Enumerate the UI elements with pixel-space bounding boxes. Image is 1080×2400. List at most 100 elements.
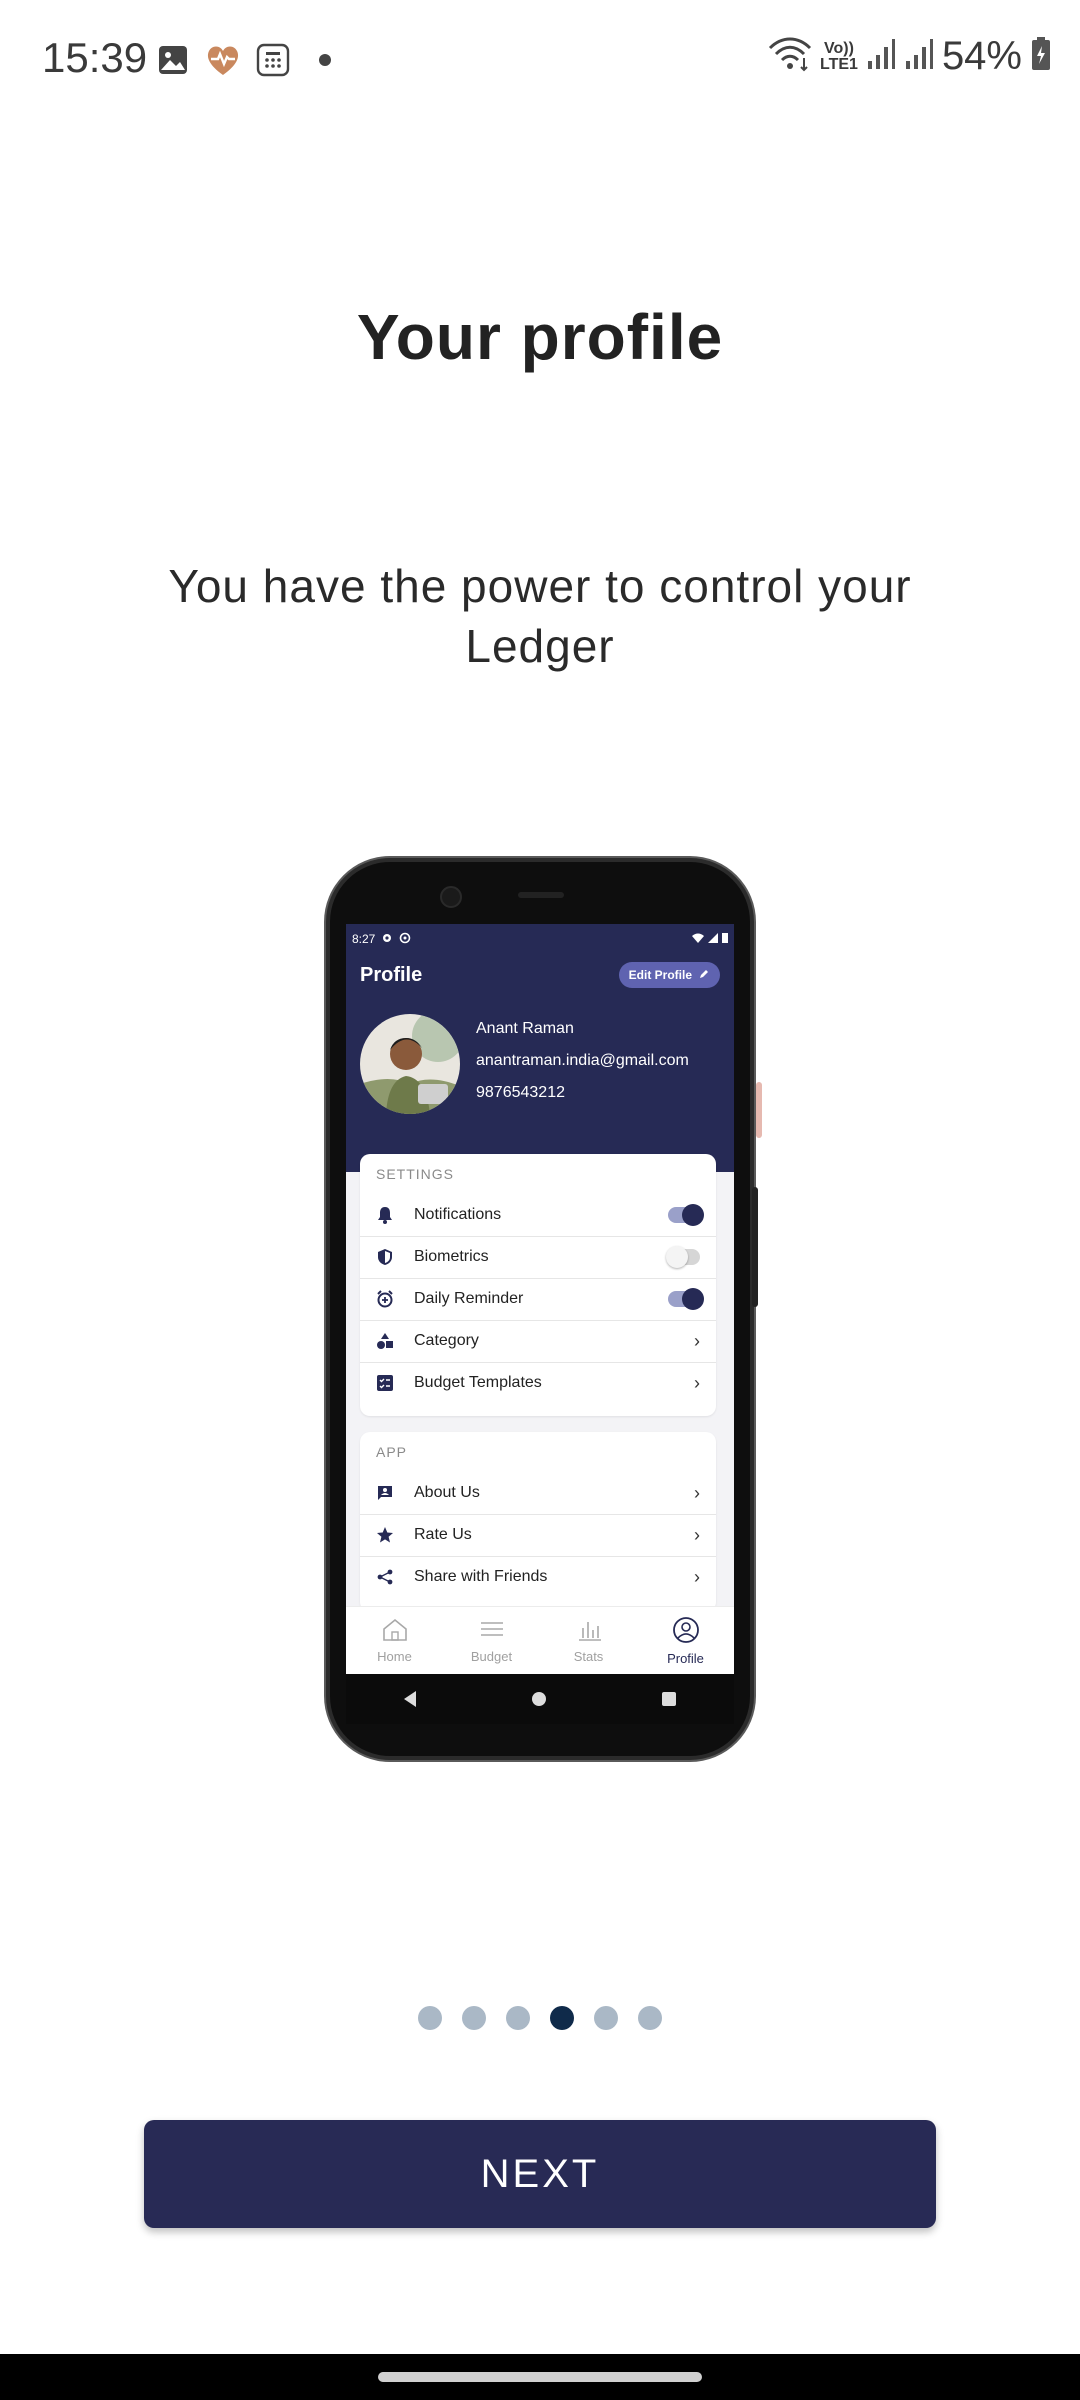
settings-heading: SETTINGS [376, 1166, 455, 1182]
mock-status-bar: 8:27 [352, 928, 728, 950]
mock-bottom-nav: Home Budget Stats Profile [346, 1606, 734, 1674]
mock-signal-icon [708, 932, 718, 946]
chevron-right-icon: › [694, 1566, 700, 1587]
chevron-right-icon: › [694, 1330, 700, 1351]
gesture-handle[interactable] [378, 2372, 702, 2382]
checklist-icon [374, 1372, 396, 1394]
mock-battery-icon [722, 932, 728, 946]
health-icon [205, 42, 241, 78]
phone-top-bezel [330, 862, 750, 922]
page-subtitle: You have the power to control your Ledge… [168, 560, 912, 672]
mock-system-nav [346, 1674, 734, 1724]
mock-screen: 8:27 Profile Edit Profile Anant Raman an… [346, 924, 734, 1674]
settings-row-notifications: Notifications [360, 1194, 716, 1237]
profile-title: Profile [360, 964, 423, 986]
more-notifications-dot [319, 54, 331, 66]
page-dot-1[interactable] [418, 2006, 442, 2030]
mock-status-time: 8:27 [352, 932, 376, 946]
settings-row-label: Daily Reminder [414, 1290, 524, 1307]
app-row-label: Rate Us [414, 1526, 472, 1543]
nav-label: Budget [470, 1649, 513, 1664]
chevron-right-icon: › [694, 1482, 700, 1503]
phone-mockup: 8:27 Profile Edit Profile Anant Raman an… [330, 862, 762, 1756]
edit-profile-label: Edit Profile [628, 968, 692, 982]
home-icon [381, 1618, 409, 1647]
signal-icon [866, 37, 896, 76]
system-icons: Vo)) LTE1 54% [768, 34, 1052, 79]
back-icon [404, 1691, 416, 1707]
page-dot-4-active[interactable] [550, 2006, 574, 2030]
sync-icon [399, 932, 411, 947]
settings-row-label: Category [414, 1332, 479, 1349]
profile-name: Anant Raman [476, 1020, 574, 1037]
star-icon [374, 1524, 396, 1546]
page-dot-2[interactable] [462, 2006, 486, 2030]
settings-row-daily-reminder: Daily Reminder [360, 1278, 716, 1321]
share-icon [374, 1566, 396, 1588]
volte-indicator: Vo)) LTE1 [820, 39, 858, 73]
pencil-icon [698, 968, 710, 983]
gear-icon [381, 932, 393, 947]
app-heading: APP [376, 1444, 408, 1460]
page-dot-5[interactable] [594, 2006, 618, 2030]
settings-row-label: Biometrics [414, 1248, 489, 1265]
avatar [360, 1014, 460, 1114]
list-icon [478, 1618, 506, 1647]
phone-power-button [752, 1187, 758, 1307]
nav-label: Profile [667, 1651, 704, 1666]
nav-label: Stats [573, 1649, 604, 1664]
status-bar: 15:39 Vo)) LTE1 54% [0, 0, 1080, 120]
battery-percent: 54% [941, 34, 1022, 78]
calculator-icon [255, 42, 291, 78]
page-title: Your profile [356, 301, 724, 373]
mock-wifi-icon [692, 932, 704, 946]
app-row-about-us: About Us › [360, 1472, 716, 1515]
settings-row-label: Budget Templates [414, 1374, 542, 1391]
page-dot-6[interactable] [638, 2006, 662, 2030]
app-row-label: About Us [414, 1484, 480, 1501]
edit-profile-button: Edit Profile [618, 962, 720, 988]
settings-row-label: Notifications [414, 1206, 502, 1223]
shield-icon [374, 1246, 396, 1268]
profile-icon [672, 1616, 700, 1649]
profile-email: anantraman.india@gmail.com [476, 1052, 689, 1069]
app-row-label: Share with Friends [414, 1568, 548, 1585]
app-card: APP About Us › Rate Us › Share with Frie… [360, 1432, 716, 1612]
page-dot-3[interactable] [506, 2006, 530, 2030]
settings-row-budget-templates: Budget Templates › [360, 1362, 716, 1404]
app-row-rate-us: Rate Us › [360, 1514, 716, 1557]
nav-item-profile: Profile [646, 1616, 726, 1666]
profile-header: 8:27 Profile Edit Profile Anant Raman an… [346, 924, 734, 1172]
nav-item-stats: Stats [549, 1618, 629, 1664]
nav-item-budget: Budget [452, 1618, 532, 1664]
camera-icon [440, 886, 462, 908]
daily-reminder-toggle [668, 1288, 704, 1310]
wifi-icon [768, 36, 812, 77]
nav-label: Home [377, 1649, 412, 1664]
chevron-right-icon: › [694, 1524, 700, 1545]
nav-item-home: Home [355, 1618, 435, 1664]
biometrics-toggle [666, 1246, 700, 1268]
chevron-right-icon: › [694, 1372, 700, 1393]
settings-row-biometrics: Biometrics [360, 1236, 716, 1279]
home-circle-icon [532, 1692, 546, 1706]
notifications-toggle [668, 1204, 704, 1226]
settings-card: SETTINGS Notifications Biometrics Daily … [360, 1154, 716, 1416]
page-indicator [0, 2006, 1080, 2030]
profile-phone: 9876543212 [476, 1084, 565, 1101]
notification-icons [155, 42, 331, 78]
alarm-icon [374, 1288, 396, 1310]
bar-chart-icon [575, 1618, 603, 1647]
recents-icon [662, 1692, 676, 1706]
shapes-icon [374, 1330, 396, 1352]
signal-icon-2 [904, 37, 934, 76]
phone-volume-button [756, 1082, 762, 1138]
app-row-share: Share with Friends › [360, 1556, 716, 1598]
person-card-icon [374, 1482, 396, 1504]
settings-row-category: Category › [360, 1320, 716, 1363]
next-button[interactable]: NEXT [144, 2120, 936, 2228]
battery-icon [1030, 36, 1052, 77]
status-time: 15:39 [42, 34, 148, 81]
speaker-grille [518, 892, 564, 898]
gallery-icon [155, 42, 191, 78]
